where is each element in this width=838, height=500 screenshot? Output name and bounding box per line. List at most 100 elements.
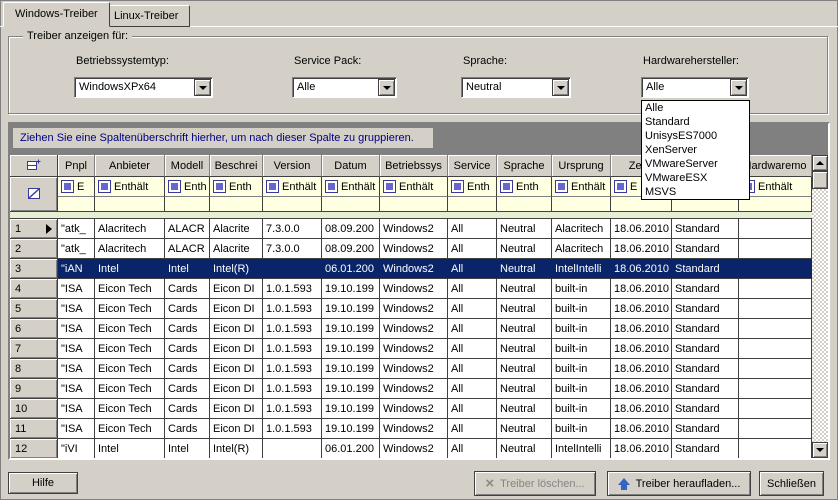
row-header[interactable]: 8 <box>10 359 58 379</box>
row-header[interactable]: 7 <box>10 339 58 359</box>
table-cell: Standard <box>672 419 739 439</box>
table-cell: Cards <box>165 379 210 399</box>
vertical-scrollbar[interactable] <box>812 155 828 458</box>
scroll-up-icon[interactable] <box>812 155 828 171</box>
table-cell: All <box>448 399 497 419</box>
filter-condition-cell[interactable]: Enth <box>448 177 497 197</box>
filter-condition-cell[interactable]: Enthält <box>322 177 380 197</box>
column-header-Datum[interactable]: Datum <box>322 155 380 177</box>
column-header-Version[interactable]: Version <box>263 155 322 177</box>
filter-condition-cell[interactable]: Enthält <box>263 177 322 197</box>
table-cell: Eicon DI <box>210 399 263 419</box>
chevron-down-icon[interactable] <box>378 79 395 96</box>
table-cell: built-in <box>552 399 611 419</box>
row-header[interactable]: 11 <box>10 419 58 439</box>
table-row[interactable]: 1"atk_AlacritechALACRAlacrite7.3.0.008.0… <box>10 219 812 239</box>
os-type-combobox[interactable]: WindowsXPx64 <box>74 77 213 98</box>
row-header[interactable]: 6 <box>10 319 58 339</box>
field-chooser-icon[interactable] <box>10 155 58 177</box>
table-row[interactable]: 2"atk_AlacritechALACRAlacrite7.3.0.008.0… <box>10 239 812 259</box>
table-cell: 08.09.200 <box>322 239 380 259</box>
filter-condition-cell[interactable]: Enth <box>210 177 263 197</box>
scrollbar-thumb[interactable] <box>812 171 828 189</box>
row-header[interactable]: 5 <box>10 299 58 319</box>
column-header-Modell[interactable]: Modell <box>165 155 210 177</box>
table-cell: Neutral <box>497 399 552 419</box>
row-header[interactable]: 10 <box>10 399 58 419</box>
chevron-down-icon[interactable] <box>194 79 211 96</box>
filter-input-cell[interactable] <box>497 197 552 212</box>
filter-input-cell[interactable] <box>165 197 210 212</box>
scrollbar-track[interactable] <box>812 189 828 442</box>
help-button[interactable]: Hilfe <box>8 472 78 494</box>
row-header[interactable]: 1 <box>10 219 58 239</box>
filter-input-cell[interactable] <box>210 197 263 212</box>
filter-condition-icon <box>614 180 627 193</box>
filter-condition-cell[interactable]: Enthält <box>95 177 165 197</box>
filter-edit-icon[interactable] <box>10 177 58 212</box>
row-header[interactable]: 9 <box>10 379 58 399</box>
filter-condition-cell[interactable]: Enthält <box>380 177 448 197</box>
table-cell: "atk_ <box>58 239 95 259</box>
table-cell: "ISA <box>58 359 95 379</box>
filter-input-cell[interactable] <box>58 197 95 212</box>
filter-input-cell[interactable] <box>95 197 165 212</box>
table-row[interactable]: 5"ISAEicon TechCardsEicon DI1.0.1.59319.… <box>10 299 812 319</box>
filter-condition-icon <box>266 180 279 193</box>
filter-condition-cell[interactable]: E <box>58 177 95 197</box>
table-cell: "ISA <box>58 399 95 419</box>
filter-condition-cell[interactable]: Enthält <box>552 177 611 197</box>
filter-condition-cell[interactable]: Enth <box>497 177 552 197</box>
table-row[interactable]: 6"ISAEicon TechCardsEicon DI1.0.1.59319.… <box>10 319 812 339</box>
column-header-Ursprung[interactable]: Ursprung <box>552 155 611 177</box>
filter-input-cell[interactable] <box>552 197 611 212</box>
dropdown-option[interactable]: VMwareServer <box>642 157 749 171</box>
table-cell <box>739 419 812 439</box>
filter-condition-label: Enth <box>229 181 252 193</box>
filter-input-cell[interactable] <box>263 197 322 212</box>
close-button[interactable]: Schließen <box>759 471 824 496</box>
column-header-Beschrei[interactable]: Beschrei <box>210 155 263 177</box>
table-row[interactable]: 12"iVIIntelIntelIntel(R)06.01.200Windows… <box>10 439 812 458</box>
chevron-down-icon[interactable] <box>552 79 569 96</box>
column-header-Sprache[interactable]: Sprache <box>497 155 552 177</box>
filter-condition-cell[interactable]: Enth <box>165 177 210 197</box>
hardware-vendor-combobox[interactable]: Alle <box>641 77 749 98</box>
blue-square-icon <box>503 183 510 190</box>
filter-input-cell[interactable] <box>448 197 497 212</box>
table-row[interactable]: 10"ISAEicon TechCardsEicon DI1.0.1.59319… <box>10 399 812 419</box>
language-combobox[interactable]: Neutral <box>461 77 571 98</box>
filter-input-cell[interactable] <box>322 197 380 212</box>
dropdown-option[interactable]: UnisysES7000 <box>642 129 749 143</box>
dropdown-option[interactable]: VMwareESX <box>642 171 749 185</box>
table-row[interactable]: 11"ISAEicon TechCardsEicon DI1.0.1.59319… <box>10 419 812 439</box>
dropdown-option[interactable]: XenServer <box>642 143 749 157</box>
row-header[interactable]: 3 <box>10 259 58 279</box>
table-row[interactable]: 8"ISAEicon TechCardsEicon DI1.0.1.59319.… <box>10 359 812 379</box>
table-cell: "iVI <box>58 439 95 458</box>
filter-input-cell[interactable] <box>380 197 448 212</box>
table-row[interactable]: 3"iANIntelIntelIntel(R)06.01.200Windows2… <box>10 259 812 279</box>
column-header-Betriebssys[interactable]: Betriebssys <box>380 155 448 177</box>
table-cell: Intel(R) <box>210 259 263 279</box>
tab-windows-treiber[interactable]: Windows-Treiber <box>3 2 110 27</box>
service-pack-combobox[interactable]: Alle <box>292 77 397 98</box>
dropdown-option[interactable]: MSVS <box>642 185 749 199</box>
table-cell: Alacritech <box>95 239 165 259</box>
row-header[interactable]: 4 <box>10 279 58 299</box>
row-header[interactable]: 12 <box>10 439 58 458</box>
table-row[interactable]: 4"ISAEicon TechCardsEicon DI1.0.1.59319.… <box>10 279 812 299</box>
upload-driver-button[interactable]: Treiber heraufladen... <box>607 471 751 496</box>
column-header-Service[interactable]: Service <box>448 155 497 177</box>
table-row[interactable]: 7"ISAEicon TechCardsEicon DI1.0.1.59319.… <box>10 339 812 359</box>
dropdown-option[interactable]: Standard <box>642 115 749 129</box>
column-header-Anbieter[interactable]: Anbieter <box>95 155 165 177</box>
column-header-Pnpl[interactable]: Pnpl <box>58 155 95 177</box>
chevron-down-icon[interactable] <box>730 79 747 96</box>
tab-linux-treiber[interactable]: Linux-Treiber <box>102 5 190 27</box>
table-row[interactable]: 9"ISAEicon TechCardsEicon DI1.0.1.59319.… <box>10 379 812 399</box>
row-header[interactable]: 2 <box>10 239 58 259</box>
table-cell: 18.06.2010 <box>611 419 672 439</box>
dropdown-option[interactable]: Alle <box>642 101 749 115</box>
scroll-down-icon[interactable] <box>812 442 828 458</box>
